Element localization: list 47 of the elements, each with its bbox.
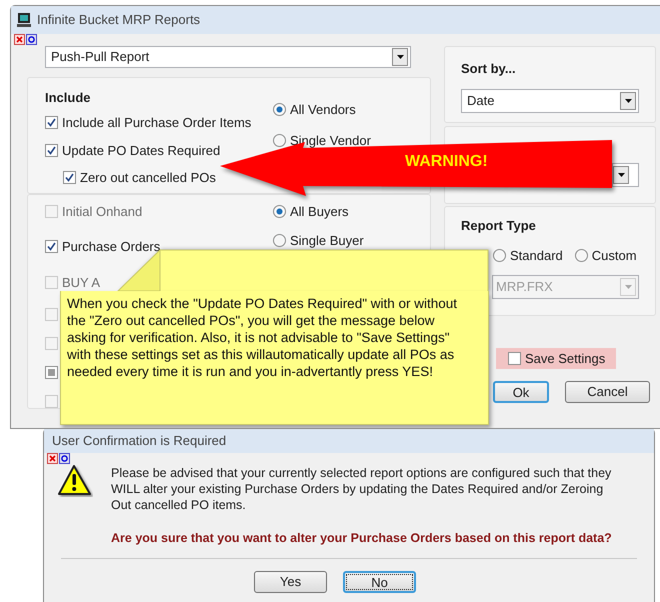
dropdown[interactable]: Date xyxy=(461,88,639,112)
dialog-title: User Confirmation is Required xyxy=(52,432,226,450)
option-label: BUY A xyxy=(62,274,100,292)
dialog-question: Are you sure that you want to alter your Purchase Orders based on this report data? xyxy=(111,530,613,547)
radio-button[interactable] xyxy=(273,204,286,218)
option-label: Initial Onhand xyxy=(62,202,142,220)
option-label: Single Buyer xyxy=(290,232,364,250)
option-label: All Vendors xyxy=(290,100,356,118)
dialog-message: Please be advised that your currently selected report options are configured such that they WILL alter your existing Purchase Orders by updating the Dates Required and/or Zeroing Out cancelled PO items. xyxy=(111,465,612,513)
section-heading: Include xyxy=(45,88,92,106)
option-label: Single Vendor xyxy=(290,132,371,150)
checkbox[interactable] xyxy=(45,366,58,379)
option-label: Standard xyxy=(510,246,563,264)
note-text: When you check the "Update PO Dates Required" with or without the "Zero out cancelled POs", you will get the message below asking for verification. Also, it is not advisable to "Save Settings" with these settings set as this willautomatically update all POs as needed every time it is run and you in-advertantly press YES! xyxy=(67,295,458,380)
option-label: Custom xyxy=(592,246,637,264)
option-label: Include all Purchase Order Items xyxy=(62,114,252,132)
section-heading: Report Type xyxy=(461,217,537,235)
dialog-button[interactable]: No xyxy=(343,570,416,593)
checkbox[interactable] xyxy=(45,240,58,254)
radio-button[interactable] xyxy=(574,248,588,262)
computer-icon xyxy=(17,12,31,28)
restore-icon[interactable] xyxy=(59,453,70,464)
option-label: Update PO Dates Required xyxy=(62,142,220,160)
checkbox[interactable] xyxy=(45,116,58,130)
dialog-button[interactable]: Cancel xyxy=(565,381,650,403)
option-label: Zero out cancelled POs xyxy=(80,169,216,187)
dropdown[interactable]: Push-Pull Report xyxy=(45,46,411,68)
window-title: Infinite Bucket MRP Reports xyxy=(37,11,200,30)
option-label: Purchase Orders xyxy=(62,238,160,256)
checkbox[interactable] xyxy=(508,352,521,365)
radio-button[interactable] xyxy=(273,234,286,248)
close-icon[interactable] xyxy=(47,453,58,464)
checkbox[interactable] xyxy=(45,144,58,157)
warning-label: WARNING! xyxy=(405,152,488,172)
radio-button[interactable] xyxy=(493,248,506,262)
dialog-button[interactable]: Yes xyxy=(254,570,327,593)
dialog-button[interactable]: Ok xyxy=(493,381,549,403)
dropdown[interactable] xyxy=(612,163,639,187)
checkbox[interactable] xyxy=(63,171,76,184)
option-label: All Buyers xyxy=(290,202,349,221)
radio-button[interactable] xyxy=(273,134,286,148)
restore-icon[interactable] xyxy=(26,34,37,45)
close-icon[interactable] xyxy=(14,34,25,45)
option-label: Save Settings xyxy=(525,350,606,368)
section-heading: Sort by... xyxy=(461,60,517,78)
warning-icon xyxy=(57,463,93,497)
radio-button[interactable] xyxy=(273,102,286,116)
